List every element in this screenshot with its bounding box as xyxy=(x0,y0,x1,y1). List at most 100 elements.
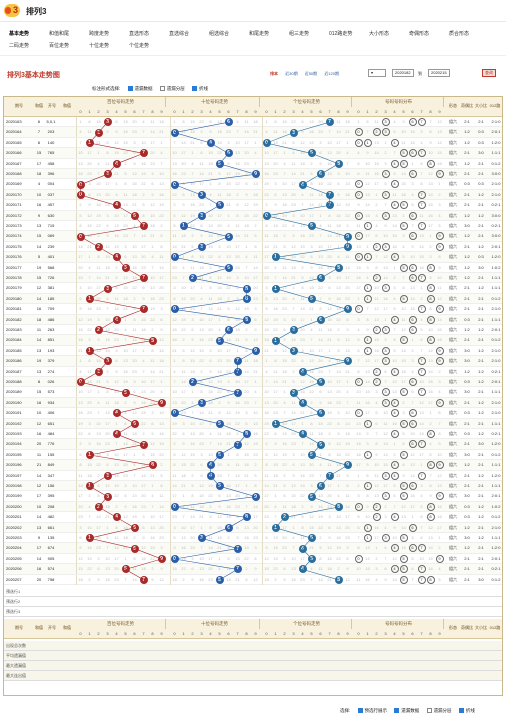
nav-item-7[interactable]: 组三走势 xyxy=(289,30,309,37)
nav-item-13[interactable]: 百位走势 xyxy=(49,42,69,49)
polyline-checkbox[interactable] xyxy=(192,86,198,91)
miss-cell: 1 xyxy=(106,524,109,530)
nav-item-0[interactable]: 基本走势 xyxy=(9,30,29,37)
nav-item-2[interactable]: 跨度走势 xyxy=(89,30,109,37)
nav-item-3[interactable]: 直选形态 xyxy=(129,30,149,37)
miss-cell: 6 xyxy=(337,420,340,426)
nav-item-5[interactable]: 组选综合 xyxy=(209,30,229,37)
dist-ball: 4 xyxy=(390,367,399,376)
nav-item-6[interactable]: 和尾走势 xyxy=(249,30,269,37)
nav-item-9[interactable]: 大小形态 xyxy=(369,30,389,37)
dist-ball: 4 xyxy=(390,398,399,407)
miss-cell: 20 xyxy=(244,150,249,156)
nav-item-15[interactable]: 个位走势 xyxy=(129,42,149,49)
period-50-link[interactable]: 近50期 xyxy=(305,71,317,76)
table-footer-header: 期号 和值 开号 和值 百位号码走势 0 1 2 3 4 5 6 7 8 9 十位号码走势 0 1 2 3 4 5 6 7 8 9… xyxy=(4,619,502,639)
query-button[interactable]: 查询 xyxy=(482,69,496,77)
miss-cell: 2 xyxy=(274,576,277,582)
miss-cell: 20 xyxy=(273,399,278,405)
miss-cell: 23 xyxy=(226,368,231,374)
dist-ball: 8 xyxy=(426,159,435,168)
miss-cell: 5 xyxy=(97,483,100,488)
route-012-cell: 0:2:1 xyxy=(491,223,501,228)
odd-even-cell: 2:1 xyxy=(464,555,470,561)
miss-cell: 12 xyxy=(300,379,305,384)
miss-cell: 23 xyxy=(150,160,155,166)
miss-cell: 15 xyxy=(141,555,146,561)
route-012-cell: 1:1:1 xyxy=(491,316,501,322)
miss-cell: 9 xyxy=(191,576,194,582)
nav-item-11[interactable]: 质合形态 xyxy=(449,30,469,37)
miss-cell: 6 xyxy=(106,223,109,228)
bottom-missing-checkbox[interactable] xyxy=(394,708,400,713)
start-issue-input[interactable]: 2020182 xyxy=(392,69,414,77)
nav-item-8[interactable]: 012路走势 xyxy=(329,30,352,37)
miss-cell: 18 xyxy=(291,503,296,509)
shape-cell: 组六 xyxy=(449,368,457,374)
preview-row[interactable]: 预选行3 xyxy=(4,607,502,617)
period-select[interactable]: ▾ xyxy=(368,69,386,77)
dist-miss: 14 xyxy=(437,316,442,322)
nav-item-4[interactable]: 直选综合 xyxy=(169,30,189,37)
shi-ball: 7 xyxy=(233,440,242,449)
header-digit: 8 xyxy=(429,631,432,636)
dist-miss: 4 xyxy=(420,493,423,499)
miss-cell: 18 xyxy=(123,535,128,540)
miss-cell: 12 xyxy=(253,576,258,582)
miss-cell: 16 xyxy=(253,431,258,436)
miss-cell: 23 xyxy=(282,306,287,312)
dist-miss: 7 xyxy=(402,275,405,280)
miss-cell: 17 xyxy=(208,555,213,561)
table-row: 2020163 6 5,0,1 1 8 15 3 6 13 20 4 11 18 1 8 15 22 6 13 6 4 1… xyxy=(4,117,502,128)
period-30-link[interactable]: 近30期 xyxy=(285,71,297,76)
miss-cell: 11 xyxy=(208,535,213,540)
miss-cell: 15 xyxy=(150,451,155,457)
miss-cell: 6 xyxy=(124,254,127,260)
miss-cell: 19 xyxy=(150,545,155,551)
dist-ball: 4 xyxy=(390,409,399,418)
nav-item-12[interactable]: 二码走势 xyxy=(9,42,29,49)
period-120-link[interactable]: 近120期 xyxy=(324,71,339,76)
bottom-layer-checkbox[interactable] xyxy=(426,708,432,713)
miss-cell: 15 xyxy=(273,462,278,468)
nav-item-1[interactable]: 和值和尾 xyxy=(49,30,69,37)
issue-cell: 2020164 xyxy=(6,129,22,135)
missing-data-checkbox[interactable] xyxy=(127,86,133,91)
miss-cell: 1 xyxy=(209,420,212,426)
preview-row[interactable]: 预选行1 xyxy=(4,587,502,597)
dist-ball: 7 xyxy=(417,575,426,584)
dist-miss: 4 xyxy=(375,223,378,228)
miss-cell: 11 xyxy=(217,431,222,436)
bottom-polyline-checkbox[interactable] xyxy=(458,708,464,713)
options-label: 标注形式选择: xyxy=(92,86,121,91)
miss-cell: 14 xyxy=(282,275,287,280)
miss-cell: 3 xyxy=(79,285,82,291)
dist-miss: 6 xyxy=(384,368,387,374)
bai-ball: 7 xyxy=(139,575,148,584)
table-row: 2020206 16 574 15 22 6 13 20 5 11 18 2 9 15 22 6 13 20 4 11… xyxy=(4,564,502,575)
table-row: 2020180 14 185 6 1 20 4 11 18 2 9 16 23 6 13 20 4 11 18 2 9 8… xyxy=(4,293,502,305)
miss-cell: 17 xyxy=(336,379,341,384)
miss-cell: 3 xyxy=(209,347,212,353)
preview-row[interactable]: 预选行2 xyxy=(4,597,502,607)
miss-cell: 2 xyxy=(245,327,248,332)
miss-cell: 21 xyxy=(336,233,341,239)
header-digit: 3 xyxy=(106,109,109,114)
miss-cell: 7 xyxy=(97,171,100,176)
layer-checkbox[interactable] xyxy=(159,86,165,91)
miss-cell: 16 xyxy=(291,337,296,343)
nav-item-14[interactable]: 十位走势 xyxy=(89,42,109,49)
dist-miss: 2 xyxy=(429,420,432,426)
end-issue-input[interactable]: 2020215 xyxy=(428,69,450,77)
nav-item-10[interactable]: 奇偶形态 xyxy=(409,30,429,37)
miss-cell: 7 xyxy=(142,368,145,374)
dist-miss: 9 xyxy=(393,171,396,176)
preview-row-checkbox[interactable] xyxy=(357,708,363,713)
sum-cell: 14 xyxy=(36,514,42,520)
miss-cell: 13 xyxy=(190,431,195,436)
odd-even-cell: 3:0 xyxy=(464,493,470,499)
dist-ball: 2 xyxy=(372,367,381,376)
route-012-cell: 2:1:0 xyxy=(491,358,501,364)
dist-ball: 1 xyxy=(363,284,372,293)
miss-cell: 13 xyxy=(199,327,204,332)
